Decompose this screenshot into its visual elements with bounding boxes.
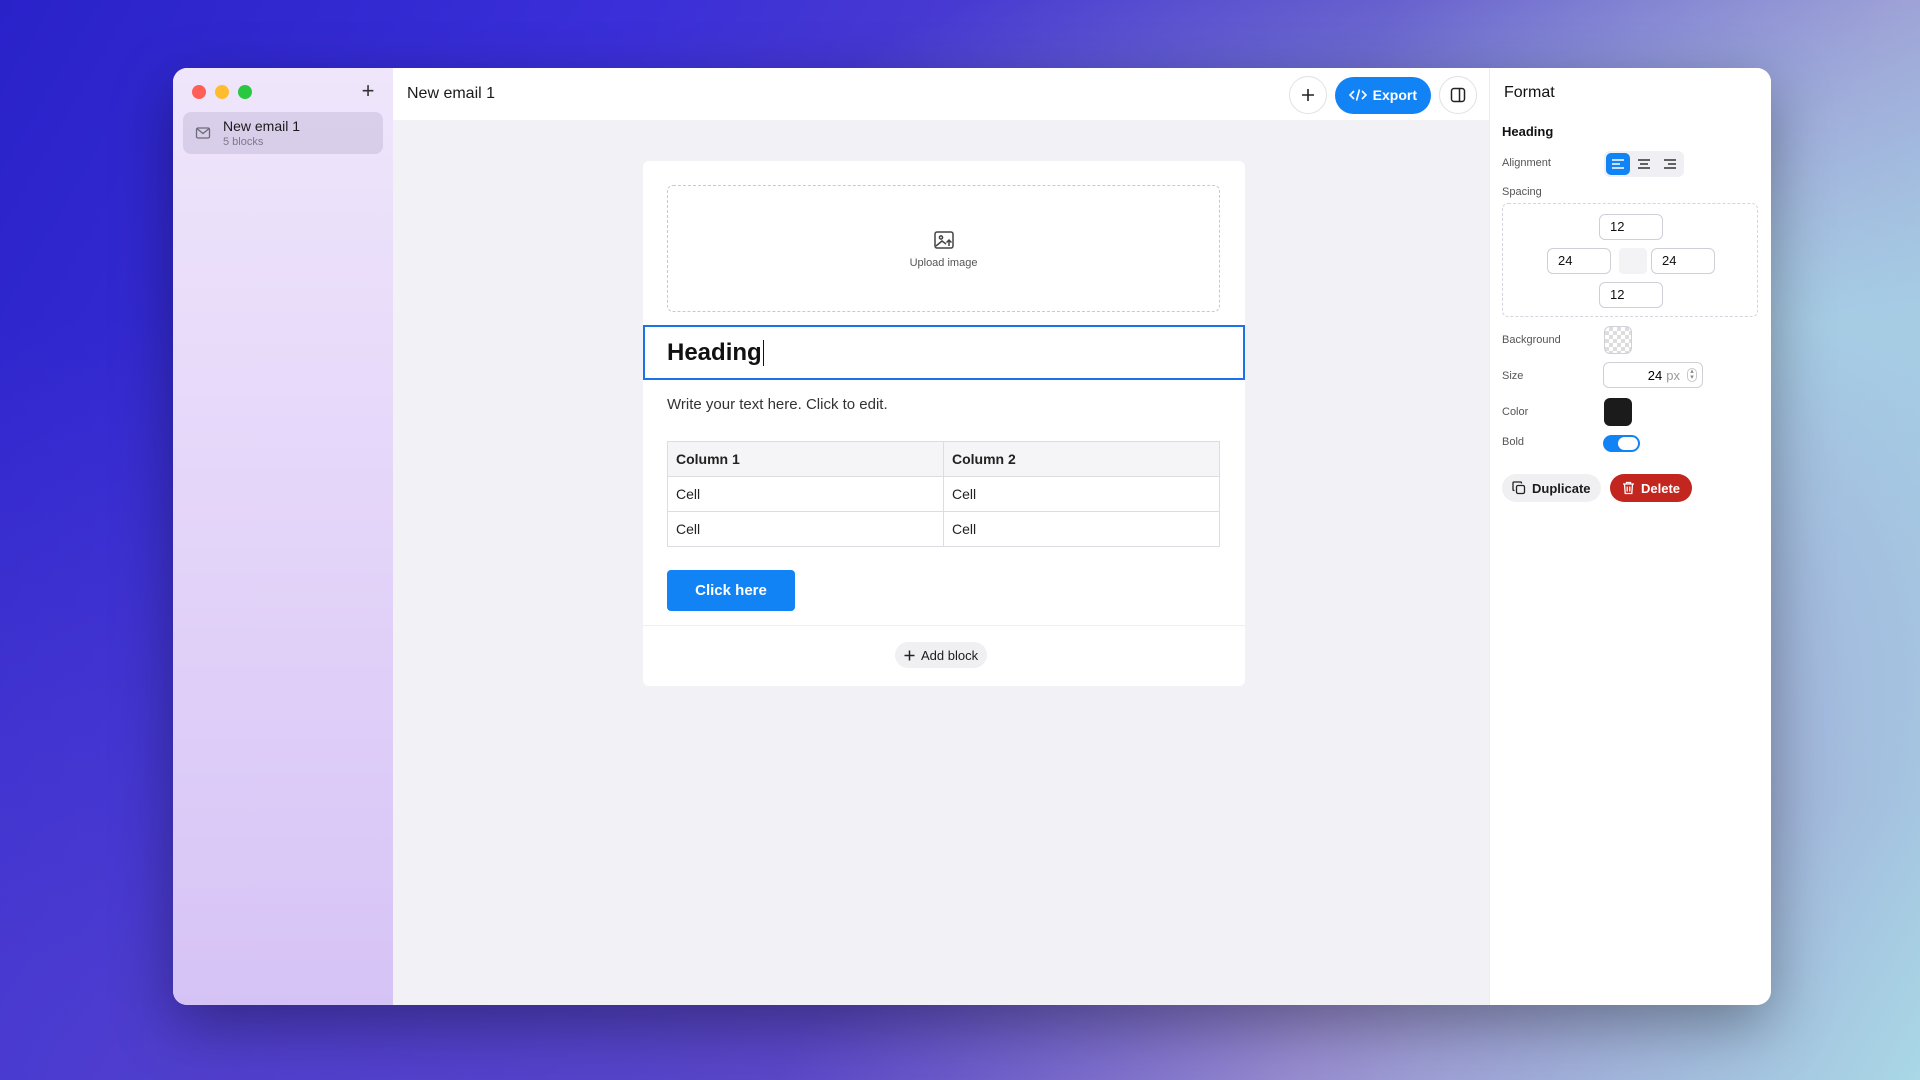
sidebar-item-subtitle: 5 blocks (223, 136, 264, 148)
sidebar-item-title: New email 1 (223, 118, 301, 134)
add-button[interactable] (1288, 76, 1327, 114)
export-label: Export (1372, 87, 1417, 103)
plus-icon (904, 650, 915, 660)
trash-icon (1623, 481, 1634, 495)
toolbar: New email 1 Export (393, 68, 1489, 120)
export-button[interactable]: Export (1334, 76, 1431, 114)
app-window: + New email 1 5 blocks New email 1 Expor… (173, 68, 1771, 1005)
add-block-label: Add block (921, 647, 979, 663)
spacing-bottom-input[interactable]: 12 (1599, 282, 1663, 308)
spacing-right-input[interactable]: 24 (1651, 248, 1715, 274)
background-color-swatch[interactable] (1604, 326, 1632, 354)
toggle-knob (1618, 437, 1638, 450)
table-cell[interactable]: Cell (667, 476, 944, 512)
window-controls (192, 85, 252, 99)
email-cta-button[interactable]: Click here (667, 570, 795, 611)
table-header-cell[interactable]: Column 1 (667, 441, 944, 477)
alignment-label: Alignment (1502, 157, 1551, 169)
duplicate-label: Duplicate (1532, 480, 1591, 496)
align-center-icon (1638, 159, 1650, 169)
bold-toggle[interactable] (1603, 435, 1640, 452)
font-size-input[interactable]: 24 px ▴ ▾ (1603, 362, 1703, 388)
sidebar: + New email 1 5 blocks (173, 68, 393, 1005)
sidebar-item-email[interactable]: New email 1 5 blocks (183, 112, 383, 154)
divider (643, 625, 1245, 626)
email-document: Upload image Heading Write your text her… (643, 161, 1245, 686)
spacing-top-input[interactable]: 12 (1599, 214, 1663, 240)
spacing-left-input[interactable]: 24 (1547, 248, 1611, 274)
editor-main: New email 1 Export Upload image Heading … (393, 68, 1489, 1005)
table-header-cell[interactable]: Column 2 (943, 441, 1220, 477)
add-block-button[interactable]: Add block (895, 642, 988, 668)
spacing-center (1619, 248, 1647, 274)
plus-icon (1301, 89, 1314, 101)
image-upload-block[interactable]: Upload image (667, 185, 1220, 312)
delete-label: Delete (1641, 480, 1681, 496)
spacing-editor: 12 24 24 12 (1502, 203, 1758, 317)
font-size-unit: px (1666, 367, 1680, 383)
delete-button[interactable]: Delete (1610, 474, 1693, 502)
code-icon (1348, 89, 1367, 101)
table-cell[interactable]: Cell (943, 511, 1220, 547)
copy-icon (1512, 481, 1526, 495)
align-right-icon (1664, 159, 1676, 169)
alignment-group (1604, 151, 1684, 177)
table-row: Cell Cell (667, 511, 1220, 547)
align-left-icon (1612, 159, 1624, 169)
heading-block[interactable]: Heading (643, 325, 1245, 380)
table-header-row: Column 1 Column 2 (667, 441, 1220, 477)
spacing-label: Spacing (1502, 186, 1542, 198)
email-canvas: Upload image Heading Write your text her… (393, 120, 1489, 1005)
align-left-button[interactable] (1606, 153, 1630, 175)
duplicate-button[interactable]: Duplicate (1502, 474, 1601, 502)
minimize-window-button[interactable] (215, 85, 229, 99)
color-label: Color (1502, 406, 1529, 418)
upload-image-label: Upload image (909, 256, 978, 269)
heading-text[interactable]: Heading (667, 339, 762, 367)
table-row: Cell Cell (667, 476, 1220, 512)
toolbar-actions: Export (1288, 76, 1477, 114)
new-email-button[interactable]: + (357, 80, 379, 102)
size-stepper[interactable]: ▴ ▾ (1687, 368, 1697, 382)
panel-title: Format (1504, 84, 1555, 101)
panel-section-title: Heading (1502, 124, 1554, 139)
mail-icon (195, 127, 211, 139)
align-center-button[interactable] (1632, 153, 1656, 175)
zoom-window-button[interactable] (238, 85, 252, 99)
paragraph-block[interactable]: Write your text here. Click to edit. (667, 396, 888, 413)
format-panel: Format Heading Alignment Spacing 12 24 2… (1489, 68, 1771, 1005)
align-right-button[interactable] (1658, 153, 1682, 175)
text-cursor (762, 339, 765, 366)
size-label: Size (1502, 370, 1524, 382)
toggle-panel-button[interactable] (1439, 76, 1477, 114)
text-color-swatch[interactable] (1604, 398, 1632, 426)
bold-label: Bold (1502, 436, 1525, 448)
sidebar-panel-icon (1450, 87, 1466, 103)
document-title: New email 1 (407, 85, 496, 102)
table-block[interactable]: Column 1 Column 2 Cell Cell Cell Cell (667, 441, 1220, 547)
table-cell[interactable]: Cell (943, 476, 1220, 512)
close-window-button[interactable] (192, 85, 206, 99)
font-size-value: 24 (1647, 367, 1663, 383)
table-cell[interactable]: Cell (667, 511, 944, 547)
image-upload-icon (933, 230, 954, 249)
background-label: Background (1502, 334, 1561, 346)
